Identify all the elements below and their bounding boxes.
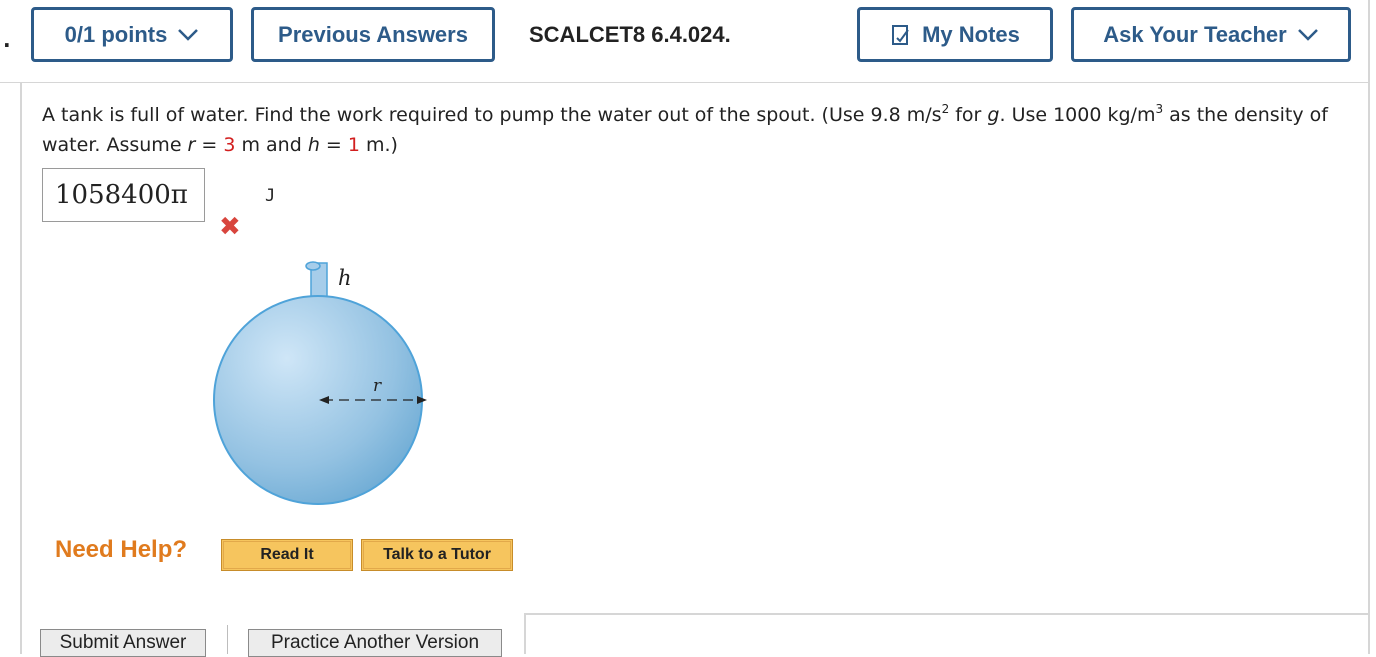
panel-left-border xyxy=(20,82,22,654)
question-text: A tank is full of water. Find the work r… xyxy=(42,102,1328,156)
button-separator xyxy=(227,625,228,654)
section-divider-vertical xyxy=(524,613,526,654)
submit-answer-button[interactable]: Submit Answer xyxy=(40,629,206,657)
question-header: . 0/1 points Previous Answers SCALCET8 6… xyxy=(0,0,1370,83)
radius-label: r xyxy=(373,376,382,396)
previous-answers-label: Previous Answers xyxy=(278,21,468,47)
r-value: 3 xyxy=(223,134,236,156)
answer-unit: J xyxy=(265,186,276,206)
practice-label: Practice Another Version xyxy=(270,632,480,653)
previous-answers-button[interactable]: Previous Answers xyxy=(251,7,495,62)
notes-icon xyxy=(892,24,909,45)
chevron-down-icon xyxy=(178,28,199,41)
talk-to-tutor-label: Talk to a Tutor xyxy=(383,546,491,563)
h-value: 1 xyxy=(347,134,360,156)
height-label: h xyxy=(338,266,352,290)
question-id: SCALCET8 6.4.024. xyxy=(529,22,731,47)
answer-input[interactable]: 1058400π xyxy=(42,168,205,222)
read-it-label: Read It xyxy=(260,546,314,563)
section-divider xyxy=(525,613,1370,615)
talk-to-tutor-button[interactable]: Talk to a Tutor xyxy=(361,539,513,571)
my-notes-label: My Notes xyxy=(922,21,1020,47)
spout-lip xyxy=(305,261,321,271)
submit-answer-label: Submit Answer xyxy=(59,632,187,653)
points-dropdown-button[interactable]: 0/1 points xyxy=(31,7,233,62)
ask-your-teacher-button[interactable]: Ask Your Teacher xyxy=(1071,7,1351,62)
need-help-label: Need Help? xyxy=(55,536,188,563)
ask-teacher-label: Ask Your Teacher xyxy=(1103,21,1287,47)
chevron-down-icon xyxy=(1297,28,1318,41)
incorrect-x-icon: ✖ xyxy=(219,212,241,242)
points-label: 0/1 points xyxy=(64,21,168,47)
practice-another-version-button[interactable]: Practice Another Version xyxy=(248,629,502,657)
my-notes-button[interactable]: My Notes xyxy=(857,7,1053,62)
answer-value: 1058400π xyxy=(55,180,188,210)
tank-figure: r h xyxy=(213,261,427,505)
panel-right-border xyxy=(1368,0,1370,654)
bullet-marker: . xyxy=(3,28,11,52)
read-it-button[interactable]: Read It xyxy=(221,539,353,571)
